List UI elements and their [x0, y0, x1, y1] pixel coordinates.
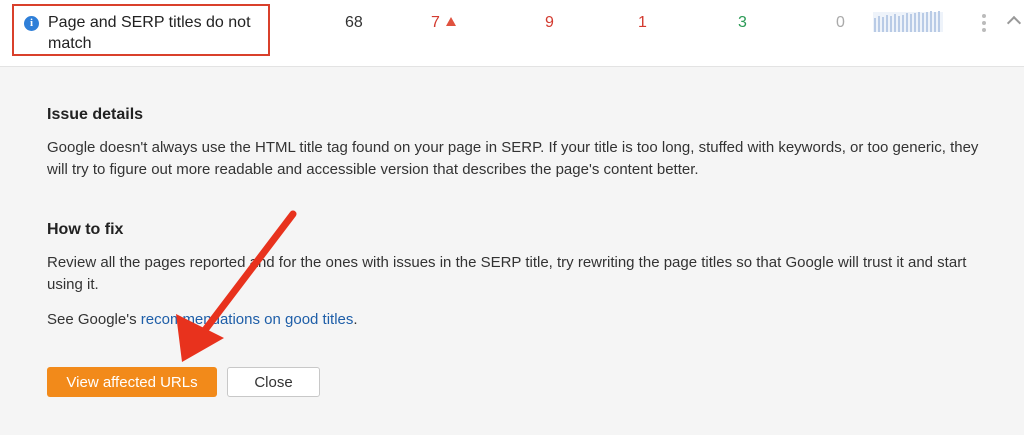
issue-row[interactable]: i Page and SERP titles do not match 68 7… — [0, 0, 1024, 67]
issue-details-text: Google doesn't always use the HTML title… — [47, 139, 979, 178]
new-count: 7 — [431, 14, 456, 32]
see-recommendations-line: See Google's recommendations on good tit… — [47, 309, 992, 331]
count-col-a: 9 — [545, 14, 554, 31]
issue-title: Page and SERP titles do not match — [48, 14, 251, 52]
count-col-c: 3 — [738, 14, 747, 31]
view-affected-urls-button[interactable]: View affected URLs — [47, 367, 217, 397]
issue-details-heading: Issue details — [47, 106, 144, 123]
see-suffix: . — [353, 311, 358, 328]
count-col-b: 1 — [638, 14, 647, 31]
count-col-d: 0 — [836, 14, 845, 31]
see-prefix: See Google's — [47, 311, 141, 328]
info-icon[interactable]: i — [24, 16, 39, 31]
trend-sparkline — [873, 11, 943, 32]
new-count-value: 7 — [431, 14, 440, 31]
more-options-icon[interactable] — [980, 12, 988, 36]
issue-title-cell[interactable]: i Page and SERP titles do not match — [12, 4, 270, 56]
how-to-fix-text: Review all the pages reported and for th… — [47, 254, 967, 293]
close-button[interactable]: Close — [227, 367, 320, 397]
increase-triangle-icon — [445, 17, 456, 26]
how-to-fix-heading: How to fix — [47, 221, 124, 238]
total-count: 68 — [345, 14, 363, 31]
collapse-chevron-icon[interactable] — [1005, 10, 1024, 30]
recommendations-link[interactable]: recommendations on good titles — [141, 311, 354, 328]
